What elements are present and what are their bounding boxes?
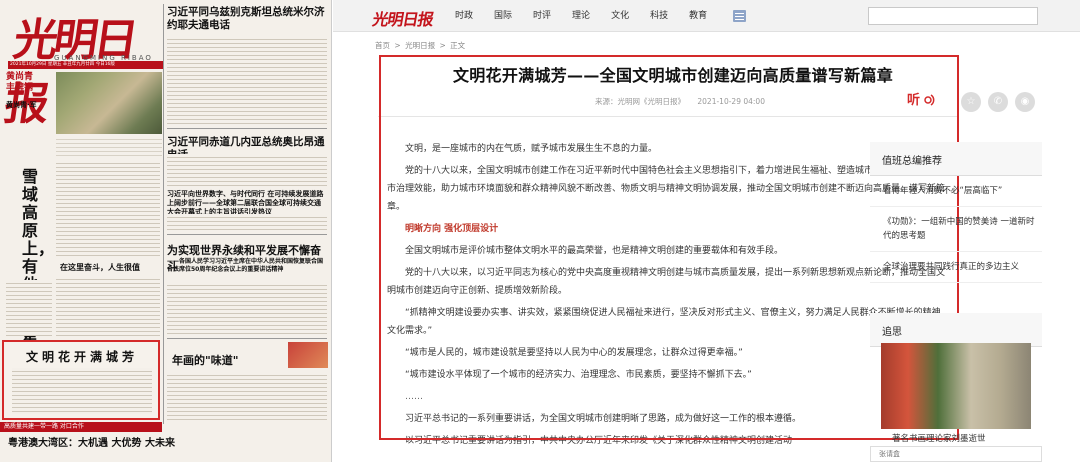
sidebar-search-input[interactable]: [870, 446, 1042, 462]
svg-text:听: 听: [907, 92, 920, 108]
nianhua-title: 年画的"味道": [172, 354, 239, 367]
breadcrumb-separator: >: [394, 41, 401, 50]
recommend-item[interactable]: 看待年轻人消费不必“层高临下”: [870, 176, 1042, 207]
quote-paragraph: “城市建设水平体现了一个城市的经济实力、治理理念、市民素质，要坚持不懈抓下去。”: [405, 370, 752, 380]
search-input[interactable]: [868, 7, 1038, 25]
side-red-2: 丰碑钢: [6, 83, 34, 93]
nav-item-keji[interactable]: 科技: [650, 0, 668, 32]
breadcrumb: 首页 > 光明日报 > 正文: [375, 40, 467, 51]
newspaper-front-page: 光明日报 GUANGMING RIBAO 2021年10月29日 星期五 辛丑年…: [0, 0, 332, 462]
headline-4-sub: ——各国人民学习习近平主席在中华人民共和国恢复联合国合法席位50周年纪念会议上的…: [167, 258, 324, 273]
title-divider: [378, 116, 958, 117]
nav-item-wenhua[interactable]: 文化: [611, 0, 629, 32]
quote-paragraph: “抓精神文明建设要办实事、讲实效，紧紧围绕促进人民福祉来进行，坚决反对形式主义、…: [387, 308, 941, 336]
paragraph: 以习近平总书记重要讲话为指引，中共中央办公厅近年来印发《关于深化群众性精神文明创…: [405, 436, 793, 446]
box-text: [12, 368, 152, 414]
column-text: [56, 276, 160, 336]
nav-item-guoji[interactable]: 国际: [494, 0, 512, 32]
nav-item-shiping[interactable]: 时评: [533, 0, 551, 32]
headline-3: 习近平向世界数字、与时代同行 在可持续发展道路上阔步前行——全球第二届联合国全球…: [167, 190, 324, 216]
side-red-1: 黄尚青: [6, 72, 34, 82]
footer-banner: 高质量共建一带一路 对口合作: [0, 422, 162, 432]
rule: [167, 338, 327, 339]
highlighted-article-box: 文明花开满城芳: [2, 340, 160, 420]
footer-headline: 粤港澳大湾区：大机遇 大优势 大未来: [8, 438, 175, 449]
quote-paragraph: “城市是人民的，城市建设就是要坚持以人民为中心的发展理念，让群众过得更幸福。”: [405, 348, 743, 358]
breadcrumb-home[interactable]: 首页: [375, 41, 390, 50]
article-source: 来源：光明网《光明日报》: [595, 97, 685, 106]
article-body: 文明，是一座城市的内在气质，赋予城市发展生生不息的力量。 党的十八大以来，全国文…: [387, 140, 947, 454]
headline-1: 习近平同乌兹别克斯坦总统米尔济约耶夫通电话: [167, 6, 325, 31]
article-date: 2021-10-29 04:00: [697, 97, 765, 106]
breadcrumb-section[interactable]: 光明日报: [405, 41, 435, 50]
section-subheading: 明晰方向 强化顶层设计: [405, 224, 499, 234]
column-text: [167, 372, 327, 422]
breadcrumb-separator: >: [439, 41, 446, 50]
column-text: [167, 154, 327, 186]
share-bar: ☆ ✆ ◉: [961, 92, 1042, 112]
top-navbar: 光明日报 时政 国际 时评 理论 文化 科技 教育: [333, 0, 1080, 32]
rule: [167, 234, 327, 235]
paragraph: 全国文明城市是评价城市整体文明水平的最高荣誉，也是精神文明创建的重要载体和有效手…: [405, 246, 784, 256]
nav-item-lilun[interactable]: 理论: [572, 0, 590, 32]
memorial-heading: 追思: [870, 313, 1042, 347]
article-title: 文明花开满城芳——全国文明城市创建迈向高质量谱写新篇章: [452, 66, 894, 85]
nianhua-image: [288, 342, 328, 368]
recommend-item[interactable]: 全球治理要共同践行真正的多边主义: [870, 252, 1042, 283]
paragraph: 党的十八大以来，全国文明城市创建工作在习近平新时代中国特色社会主义思想指引下，着…: [387, 166, 946, 212]
nav-item-jiaoyu[interactable]: 教育: [689, 0, 707, 32]
weibo-icon[interactable]: ◉: [1015, 92, 1035, 112]
photo-caption-text: [56, 136, 162, 156]
breadcrumb-current: 正文: [450, 41, 466, 50]
favorite-icon[interactable]: ☆: [961, 92, 981, 112]
column-text: [6, 280, 52, 336]
newspaper-masthead: 光明日报 GUANGMING RIBAO: [1, 2, 164, 130]
side-text: 黄尚青·军: [6, 101, 37, 109]
menu-icon[interactable]: [733, 10, 746, 22]
column-text: [167, 282, 327, 334]
newspaper-side-column: 黄尚青 丰碑钢 黄尚青·军: [6, 72, 52, 112]
wechat-icon[interactable]: ✆: [988, 92, 1008, 112]
column-text: [56, 160, 160, 256]
rule: [167, 128, 327, 129]
main-nav: 时政 国际 时评 理论 文化 科技 教育: [455, 0, 728, 32]
ellipsis: ……: [405, 392, 423, 402]
headline-5: 在这里奋斗，人生很值: [60, 263, 140, 272]
nav-item-shizheng[interactable]: 时政: [455, 0, 473, 32]
paragraph: 文明，是一座城市的内在气质，赋予城市发展生生不息的力量。: [405, 144, 658, 154]
article-meta: 来源：光明网《光明日报》 2021-10-29 04:00: [595, 96, 775, 107]
column-text: [167, 214, 327, 232]
article-webpage: 光明日报 时政 国际 时评 理论 文化 科技 教育 首页 > 光明日报 > 正文…: [333, 0, 1080, 462]
paragraph: 习近平总书记的一系列重要讲话，为全国文明城市创建明晰了思路，成为做好这一工作的根…: [405, 414, 802, 424]
box-title: 文明花开满城芳: [26, 350, 139, 364]
recommend-sidebar: 值班总编推荐 看待年轻人消费不必“层高临下” 《功勋》：一组新中国的赞美诗 一道…: [870, 142, 1042, 283]
paragraph: 党的十八大以来，以习近平同志为核心的党中央高度重视精神文明创建与城市高质量发展，…: [387, 268, 946, 296]
site-logo[interactable]: 光明日报: [371, 6, 435, 30]
recommend-item[interactable]: 《功勋》：一组新中国的赞美诗 一道新时代的思考题: [870, 207, 1042, 252]
memorial-section: 追思: [870, 313, 1042, 347]
recommend-heading: 值班总编推荐: [870, 142, 1042, 176]
memorial-photo[interactable]: [881, 343, 1031, 429]
memorial-caption[interactable]: 著名书画理论家刘墨逝世: [892, 432, 986, 444]
listen-icon[interactable]: 听: [905, 90, 937, 108]
newspaper-dateline: 2021年10月29日 星期五 辛丑年九月廿四 今日16版: [8, 61, 164, 69]
front-photo: [56, 72, 162, 134]
column-divider: [163, 4, 164, 424]
column-text: [167, 36, 327, 124]
